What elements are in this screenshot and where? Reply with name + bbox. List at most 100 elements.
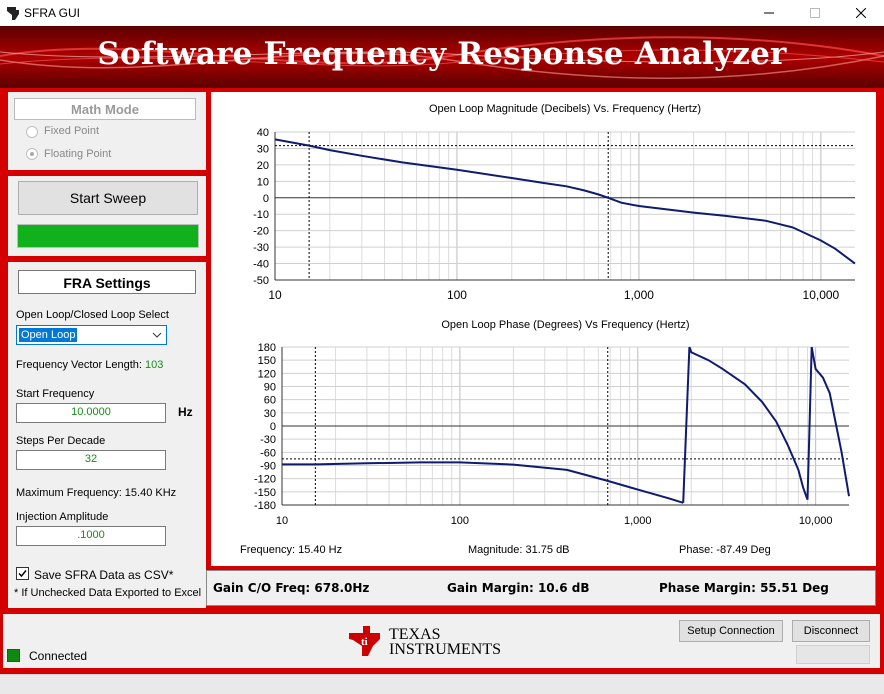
start-sweep-button[interactable]: Start Sweep	[18, 181, 198, 215]
readout-phase: Phase: -87.49 Deg	[679, 544, 771, 556]
gain-margin: Gain Margin: 10.6 dB	[447, 581, 590, 595]
y-tick-label: 60	[264, 395, 276, 407]
chart-title: Open Loop Phase (Degrees) Vs Frequency (…	[441, 319, 689, 331]
x-tick-label: 100	[451, 515, 469, 527]
max-frequency-label: Maximum Frequency: 15.40 KHz	[16, 487, 177, 499]
readout-frequency: Frequency: 15.40 Hz	[240, 544, 343, 556]
y-tick-label: 90	[264, 382, 276, 394]
ti-logo-line1: Texas	[389, 626, 441, 643]
y-tick-label: 40	[257, 127, 269, 139]
y-tick-label: 120	[258, 368, 276, 380]
math-mode-title: Math Mode	[14, 98, 196, 120]
fixed-point-radio[interactable]	[26, 126, 38, 138]
x-tick-label: 100	[447, 288, 467, 302]
start-frequency-input[interactable]: 10.0000	[16, 403, 166, 423]
x-tick-label: 10,000	[799, 515, 833, 527]
y-tick-label: -90	[260, 461, 276, 473]
injection-amplitude-input[interactable]: .1000	[16, 526, 166, 546]
series-line	[688, 346, 809, 501]
freq-vector-label: Frequency Vector Length:	[16, 359, 142, 371]
chevron-down-icon	[152, 332, 162, 338]
floating-point-radio[interactable]	[26, 148, 38, 160]
x-tick-label: 10,000	[803, 288, 840, 302]
ti-logo-icon: ti	[349, 626, 380, 656]
title-bar: SFRA GUI	[0, 0, 884, 26]
y-tick-label: 0	[263, 193, 269, 205]
loop-select-dropdown[interactable]: Open Loop	[16, 325, 167, 345]
maximize-icon	[810, 8, 820, 18]
floating-point-label: Floating Point	[44, 148, 112, 160]
connection-status-indicator	[7, 649, 20, 662]
window-title: SFRA GUI	[24, 6, 81, 20]
y-tick-label: 10	[257, 176, 269, 188]
freq-vector-value: 103	[145, 359, 164, 371]
csv-note: * If Unchecked Data Exported to Excel	[14, 587, 202, 599]
maximize-button[interactable]	[792, 0, 838, 26]
y-tick-label: -30	[253, 242, 269, 254]
save-csv-checkbox[interactable]	[16, 567, 29, 580]
bode-plots: Open Loop Magnitude (Decibels) Vs. Frequ…	[253, 103, 856, 527]
y-tick-label: -40	[253, 259, 269, 271]
series-line	[806, 346, 813, 500]
injection-amplitude-label: Injection Amplitude	[16, 511, 109, 523]
loop-select-value: Open Loop	[19, 328, 78, 342]
connection-status-label: Connected	[29, 649, 88, 663]
chart-title: Open Loop Magnitude (Decibels) Vs. Frequ…	[429, 103, 701, 115]
ti-logo-text: Texas Instruments	[389, 626, 502, 658]
sweep-panel: Start Sweep	[8, 176, 206, 256]
banner-title: Software Frequency Response Analyzer	[97, 36, 787, 72]
start-frequency-label: Start Frequency	[16, 388, 95, 400]
chart-area: Open Loop Magnitude (Decibels) Vs. Frequ…	[211, 92, 876, 566]
minimize-icon	[764, 12, 774, 14]
loop-select-label: Open Loop/Closed Loop Select	[16, 309, 169, 321]
ti-logo: ti Texas Instruments	[347, 624, 517, 660]
start-frequency-unit: Hz	[178, 405, 193, 419]
disconnect-button[interactable]: Disconnect	[792, 620, 870, 642]
sweep-progress-fill	[18, 225, 198, 247]
status-strip	[0, 674, 884, 694]
y-tick-label: 30	[264, 408, 276, 420]
ti-app-icon	[7, 7, 19, 20]
close-button[interactable]	[838, 0, 884, 26]
readout-magnitude: Magnitude: 31.75 dB	[468, 544, 570, 556]
x-tick-label: 1,000	[624, 515, 652, 527]
y-tick-label: -150	[254, 487, 276, 499]
y-tick-label: -50	[253, 275, 269, 287]
y-tick-label: -120	[254, 474, 276, 486]
fixed-point-label: Fixed Point	[44, 125, 100, 137]
fra-settings-title: FRA Settings	[18, 270, 196, 294]
status-progress-bar	[796, 645, 870, 664]
y-tick-label: -30	[260, 434, 276, 446]
series-line	[282, 461, 684, 504]
y-tick-label: -180	[254, 500, 276, 512]
app-window: SFRA GUI Software Frequency Response Ana…	[0, 0, 884, 694]
save-csv-label: Save SFRA Data as CSV*	[34, 568, 174, 582]
fra-settings-panel: FRA Settings Open Loop/Closed Loop Selec…	[8, 262, 206, 608]
y-tick-label: -10	[253, 209, 269, 221]
setup-connection-button[interactable]: Setup Connection	[679, 620, 783, 642]
x-tick-label: 1,000	[624, 288, 654, 302]
svg-text:ti: ti	[361, 636, 368, 648]
footer-panel: Connected ti Texas Instruments Setup Con…	[3, 614, 880, 668]
minimize-button[interactable]	[746, 0, 792, 26]
y-tick-label: 30	[257, 143, 269, 155]
checkmark-icon	[18, 570, 27, 578]
results-bar: Gain C/O Freq: 678.0Hz Gain Margin: 10.6…	[206, 570, 876, 606]
steps-per-decade-input[interactable]: 32	[16, 450, 166, 470]
header-banner: Software Frequency Response Analyzer	[0, 26, 884, 88]
ti-logo-line2: Instruments	[389, 641, 502, 658]
radio-dot	[30, 152, 34, 156]
gain-crossover-frequency: Gain C/O Freq: 678.0Hz	[213, 581, 370, 595]
close-icon	[856, 8, 866, 18]
series-line	[682, 346, 691, 503]
math-mode-panel: Math Mode Fixed Point Floating Point	[8, 92, 206, 170]
steps-per-decade-label: Steps Per Decade	[16, 435, 106, 447]
y-tick-label: 0	[270, 421, 276, 433]
sweep-progress-bar	[17, 224, 199, 248]
y-tick-label: -60	[260, 447, 276, 459]
x-tick-label: 10	[276, 515, 288, 527]
y-tick-label: 20	[257, 160, 269, 172]
y-tick-label: -20	[253, 226, 269, 238]
phase-margin: Phase Margin: 55.51 Deg	[659, 581, 829, 595]
y-tick-label: 150	[258, 355, 276, 367]
